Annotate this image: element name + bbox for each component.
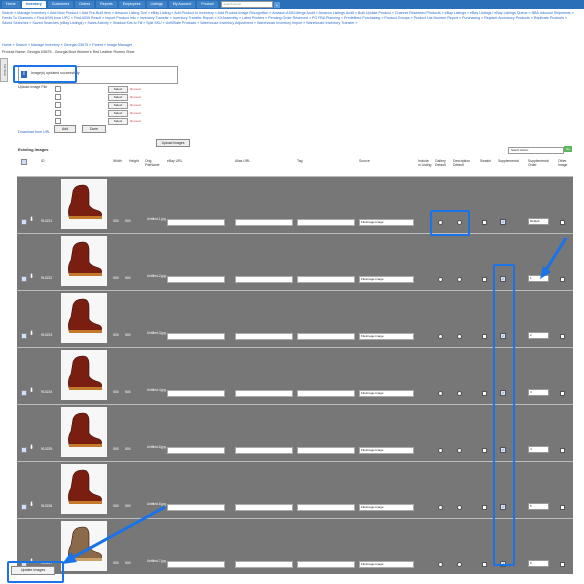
arrowhead-order: [540, 266, 551, 279]
arrow-order: [544, 237, 568, 271]
arrow-update: [71, 505, 166, 560]
annotation-arrows: [62, 237, 568, 564]
